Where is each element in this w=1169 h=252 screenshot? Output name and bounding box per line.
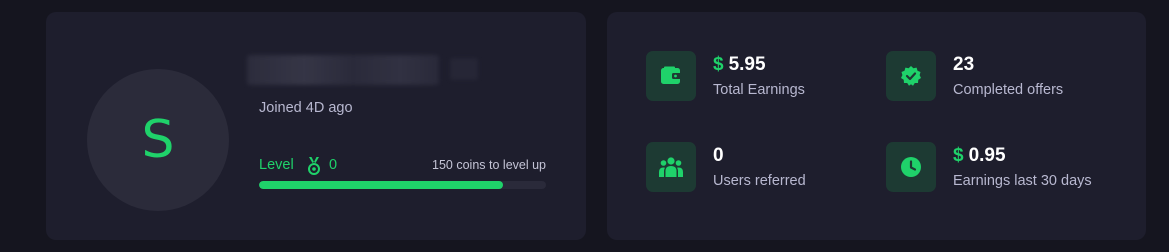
level-progress-fill [259,181,503,189]
level-up-text: 150 coins to level up [432,158,546,172]
completed-offers-amount: 23 [953,54,975,75]
users-referred-label: Users referred [713,173,806,189]
total-earnings-amount: 5.95 [728,54,766,75]
earnings-30-days-value: $0.95 [953,145,1006,167]
page: S Joined 4D ago Level 0 150 coins to lev… [0,0,1169,252]
profile-card: S Joined 4D ago Level 0 150 coins to lev… [46,12,586,240]
earnings-30-days-amount: 0.95 [968,145,1006,166]
medal-icon [307,157,321,175]
wallet-icon [646,51,696,101]
level-progress-bar [259,181,546,189]
completed-offers-value: 23 [953,54,974,76]
level-label: Level [259,157,294,173]
avatar-letter: S [141,110,175,170]
users-icon [646,142,696,192]
users-referred-value: 0 [713,145,724,167]
currency-symbol: $ [953,145,964,166]
username-redacted [247,55,439,85]
total-earnings-label: Total Earnings [713,82,805,98]
username-redacted-suffix [450,58,478,80]
avatar: S [87,69,229,211]
joined-text: Joined 4D ago [259,100,353,116]
verified-badge-icon [886,51,936,101]
level-value: 0 [329,157,338,173]
users-referred-amount: 0 [713,145,724,166]
stats-card: $5.95 Total Earnings 23 Completed offers [607,12,1146,240]
completed-offers-label: Completed offers [953,82,1064,98]
clock-icon [886,142,936,192]
currency-symbol: $ [713,54,724,75]
level-row: Level 0 150 coins to level up [259,157,546,175]
earnings-30-days-label: Earnings last 30 days [953,173,1092,189]
total-earnings-value: $5.95 [713,54,766,76]
